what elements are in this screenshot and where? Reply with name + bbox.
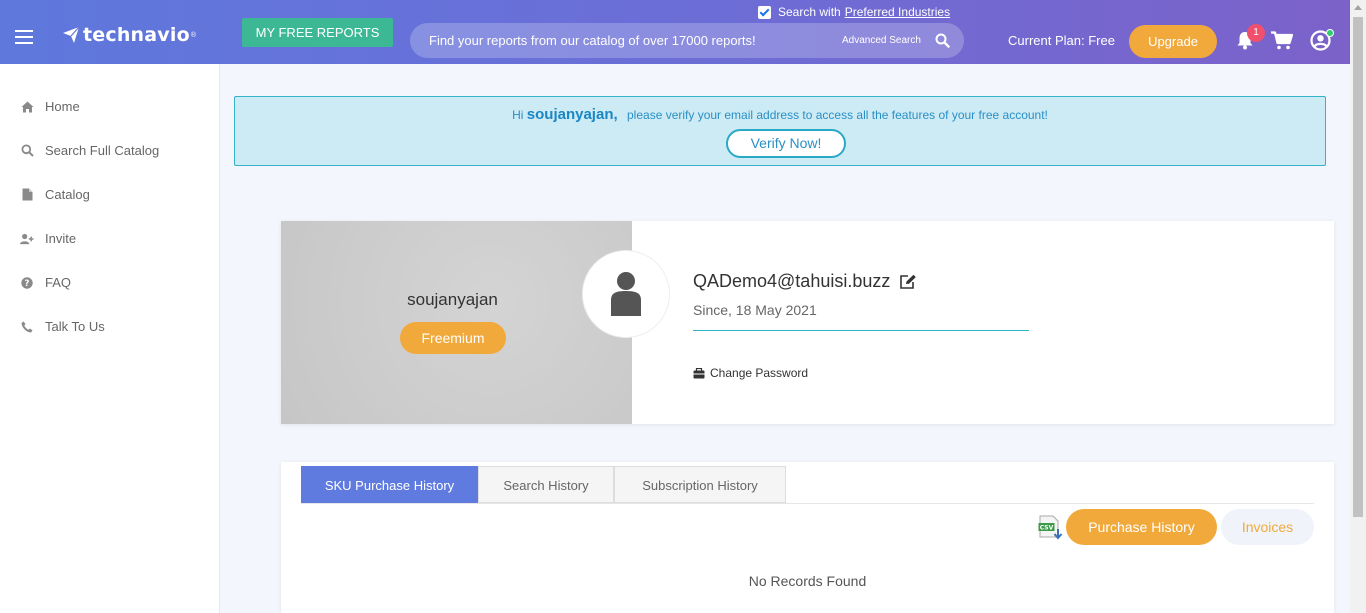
search-input[interactable]: Find your reports from our catalog of ov…: [429, 33, 756, 48]
logo-text: technavio: [83, 24, 190, 46]
sidebar-item-label: Talk To Us: [45, 319, 105, 334]
user-silhouette-icon: [611, 272, 641, 316]
email-text: QADemo4@tahuisi.buzz: [693, 271, 891, 291]
profile-banner: soujanyajan Freemium: [281, 221, 632, 424]
sidebar-item-label: Catalog: [45, 187, 90, 202]
alert-message: Hi soujanyajan, please verify your email…: [235, 106, 1325, 123]
advanced-search-link[interactable]: Advanced Search: [842, 35, 921, 46]
history-card: SKU Purchase History Search History Subs…: [281, 462, 1334, 613]
scroll-up-arrow-icon[interactable]: [1354, 5, 1362, 10]
change-password-label: Change Password: [710, 366, 809, 380]
sidebar-item-catalog[interactable]: Catalog: [20, 187, 90, 202]
empty-state-message: No Records Found: [748, 573, 867, 589]
profile-email: QADemo4@tahuisi.buzz: [693, 271, 917, 292]
tab-search-history[interactable]: Search History: [478, 466, 614, 503]
search-with-label: Search with: [778, 5, 841, 19]
profile-username: soujanyajan: [407, 290, 498, 309]
paper-plane-icon: [63, 26, 80, 43]
catalog-search-bar[interactable]: Find your reports from our catalog of ov…: [410, 23, 964, 58]
sidebar-item-invite[interactable]: Invite: [20, 231, 76, 246]
page-scrollbar[interactable]: [1350, 0, 1366, 613]
briefcase-icon: [693, 367, 705, 378]
user-plus-icon: [20, 232, 34, 246]
history-tabs: SKU Purchase History Search History Subs…: [301, 466, 786, 503]
profile-divider: [693, 330, 1029, 331]
tab-subscription-history[interactable]: Subscription History: [614, 466, 786, 503]
plan-tier-badge: Freemium: [400, 322, 506, 354]
tab-sku-purchase-history[interactable]: SKU Purchase History: [301, 466, 478, 503]
purchase-history-button[interactable]: Purchase History: [1066, 509, 1217, 545]
menu-icon[interactable]: [15, 30, 33, 44]
alert-text: please verify your email address to acce…: [627, 108, 1048, 122]
alert-username: soujanyajan,: [526, 106, 618, 123]
alert-greeting: Hi: [512, 108, 524, 122]
tab-divider: [301, 503, 1314, 504]
cart-icon[interactable]: [1271, 31, 1293, 50]
sidebar-item-label: Home: [45, 99, 80, 114]
sidebar-item-faq[interactable]: ? FAQ: [20, 275, 71, 290]
email-verification-alert: Hi soujanyajan, please verify your email…: [234, 96, 1326, 166]
sidebar-item-label: FAQ: [45, 275, 72, 290]
search-icon[interactable]: [935, 33, 950, 48]
file-icon: [20, 188, 34, 202]
preferred-industries-link[interactable]: Preferred Industries: [845, 5, 950, 19]
current-plan-label: Current Plan: Free: [1008, 33, 1115, 48]
profile-card: soujanyajan Freemium QADemo4@tahuisi.buz…: [281, 221, 1334, 424]
sidebar: Home Search Full Catalog Catalog Invite …: [0, 64, 220, 613]
change-password-link[interactable]: Change Password: [693, 366, 808, 380]
search-icon: [20, 144, 34, 158]
my-free-reports-button[interactable]: MY FREE REPORTS: [242, 18, 393, 47]
invoices-button[interactable]: Invoices: [1221, 509, 1314, 545]
upgrade-button[interactable]: Upgrade: [1129, 25, 1217, 58]
sidebar-item-label: Search Full Catalog: [45, 143, 160, 158]
verify-now-button[interactable]: Verify Now!: [726, 129, 846, 158]
phone-icon: [20, 320, 34, 334]
online-status-dot: [1326, 29, 1334, 37]
avatar[interactable]: [583, 251, 669, 337]
edit-icon[interactable]: [899, 274, 917, 290]
home-icon: [20, 100, 34, 114]
member-since: Since, 18 May 2021: [693, 302, 817, 318]
sidebar-item-label: Invite: [45, 231, 77, 246]
sidebar-item-home[interactable]: Home: [20, 99, 80, 114]
technavio-logo[interactable]: technavio ®: [62, 24, 196, 46]
csv-download-icon[interactable]: CSV: [1038, 515, 1064, 541]
svg-text:?: ?: [25, 279, 30, 289]
scrollbar-thumb[interactable]: [1353, 17, 1363, 517]
registered-mark: ®: [190, 31, 197, 39]
preferred-industries-checkbox[interactable]: [758, 5, 771, 19]
question-circle-icon: ?: [20, 276, 34, 290]
preferred-industries-toggle[interactable]: Search with Preferred Industries: [758, 5, 950, 19]
sidebar-item-search-full-catalog[interactable]: Search Full Catalog: [20, 143, 159, 158]
top-header: technavio ® MY FREE REPORTS Search with …: [0, 0, 1350, 64]
sidebar-item-talk-to-us[interactable]: Talk To Us: [20, 319, 105, 334]
notification-badge: 1: [1247, 24, 1265, 42]
csv-label: CSV: [1040, 525, 1054, 532]
